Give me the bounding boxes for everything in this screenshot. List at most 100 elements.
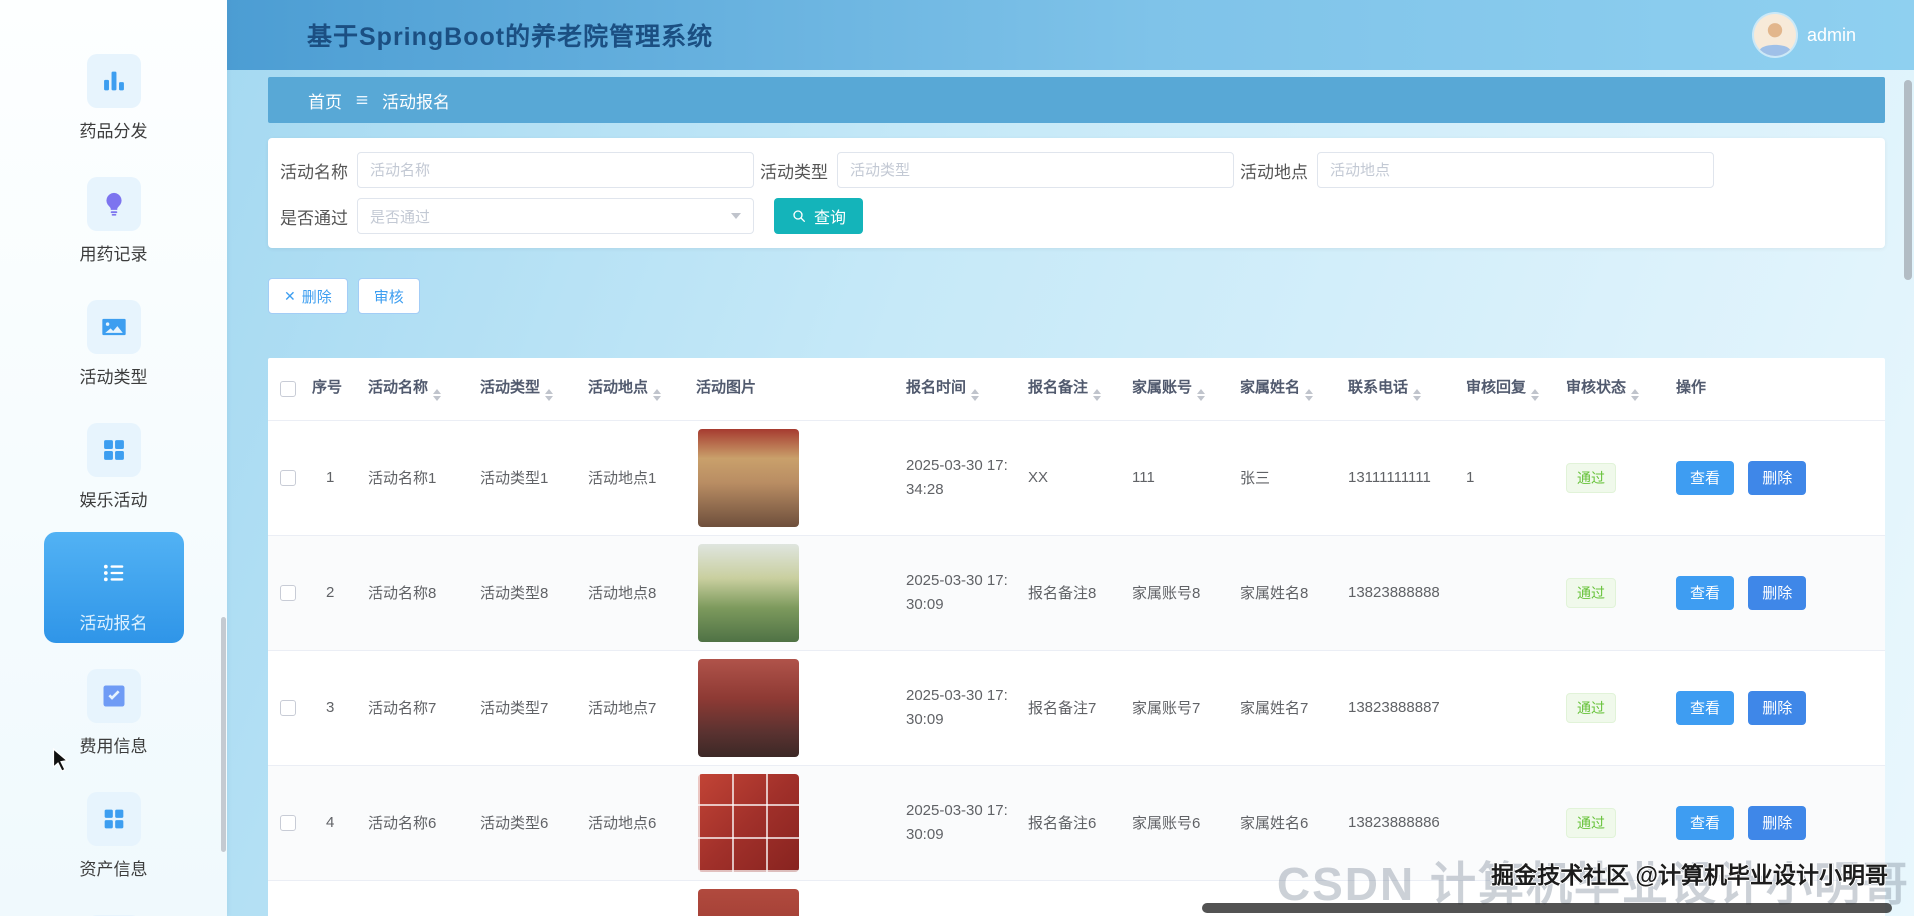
- filter-label: 是否通过: [280, 208, 348, 228]
- sidebar-item[interactable]: [44, 901, 184, 916]
- cell-review-status: 通过: [1566, 535, 1676, 651]
- pass-status-select[interactable]: 是否通过: [357, 198, 754, 234]
- delete-button[interactable]: ✕ 删除: [268, 278, 348, 314]
- sort-carets-icon[interactable]: [1197, 389, 1206, 402]
- cell-serial: [312, 880, 368, 916]
- row-select-cell: [268, 535, 312, 651]
- chevron-down-icon: [731, 213, 741, 219]
- row-delete-button[interactable]: 删除: [1748, 575, 1807, 610]
- row-delete-button[interactable]: 删除: [1748, 460, 1807, 495]
- username: admin: [1806, 24, 1856, 45]
- sort-carets-icon[interactable]: [1093, 389, 1102, 402]
- review-button[interactable]: 审核: [357, 278, 420, 314]
- table-row: 2 活动名称8 活动类型8 活动地点8 2025-03-30 17:30:09 …: [268, 535, 1885, 651]
- cell-signup-note: 报名备注8: [1028, 535, 1132, 651]
- row-checkbox[interactable]: [280, 815, 296, 832]
- column-header[interactable]: 报名备注: [1028, 358, 1132, 421]
- cell-activity-place: 活动地点8: [588, 535, 696, 651]
- sort-carets-icon[interactable]: [1413, 389, 1422, 402]
- column-header[interactable]: 活动名称: [368, 358, 480, 421]
- cell-family-name: 张三: [1240, 420, 1348, 536]
- view-button[interactable]: 查看: [1676, 690, 1735, 725]
- filter-field: 是否通过 是否通过: [280, 198, 754, 234]
- column-header[interactable]: 报名时间: [906, 358, 1028, 421]
- column-header[interactable]: 活动类型: [480, 358, 588, 421]
- status-badge: 通过: [1566, 692, 1616, 723]
- filter-field: 活动名称: [280, 152, 754, 188]
- cell-signup-note: XX: [1028, 420, 1132, 536]
- sort-carets-icon[interactable]: [1531, 389, 1540, 402]
- column-header[interactable]: 活动图片: [696, 358, 906, 421]
- sidebar-scrollbar-thumb[interactable]: [221, 617, 226, 852]
- filter-input[interactable]: [357, 152, 754, 188]
- column-header[interactable]: 审核状态: [1566, 358, 1676, 421]
- table-header-row: 序号 活动名称 活动类型 活动地点 活动图片 报名时间 报名备注 家属账号 家属…: [268, 358, 1885, 421]
- cell-serial: 1: [312, 420, 368, 536]
- view-button[interactable]: 查看: [1676, 575, 1735, 610]
- main-area: 基于SpringBoot的养老院管理系统 admin 首页 活动报名 活动名称 …: [227, 0, 1914, 916]
- cell-signup-time: [906, 880, 1028, 916]
- sort-carets-icon[interactable]: [653, 389, 662, 402]
- breadcrumb-home[interactable]: 首页: [308, 88, 342, 113]
- sort-carets-icon[interactable]: [1631, 389, 1640, 402]
- vertical-scrollbar-thumb[interactable]: [1904, 80, 1912, 280]
- sidebar-item[interactable]: 用药记录: [44, 163, 184, 274]
- row-checkbox[interactable]: [280, 470, 296, 487]
- cell-signup-time: 2025-03-30 17:30:09: [906, 535, 1028, 651]
- cell-signup-note: 报名备注7: [1028, 650, 1132, 766]
- search-filter-card: 活动名称 活动类型 活动地点: [268, 138, 1885, 248]
- picture-icon: [86, 300, 141, 354]
- breadcrumb-separator-icon: [354, 92, 370, 108]
- cell-review-reply: [1466, 650, 1566, 766]
- select-placeholder: 是否通过: [370, 208, 431, 226]
- row-checkbox[interactable]: [280, 700, 296, 717]
- column-header[interactable]: 序号: [312, 358, 368, 421]
- column-header[interactable]: 家属姓名: [1240, 358, 1348, 421]
- sort-carets-icon[interactable]: [545, 389, 554, 402]
- grid-icon: [86, 423, 141, 477]
- cell-phone: 13111111111: [1348, 420, 1466, 536]
- cell-signup-note: [1028, 880, 1132, 916]
- cell-operations: 查看 删除: [1676, 650, 1885, 766]
- sidebar-item-label: 活动类型: [79, 368, 148, 387]
- cell-signup-note: 报名备注6: [1028, 765, 1132, 881]
- sidebar-item[interactable]: 资产信息: [44, 778, 184, 889]
- column-header[interactable]: 联系电话: [1348, 358, 1466, 421]
- sort-carets-icon[interactable]: [971, 389, 980, 402]
- user-avatar-icon: [1753, 14, 1796, 56]
- horizontal-scrollbar-thumb[interactable]: [1202, 903, 1892, 913]
- filter-input[interactable]: [1317, 152, 1714, 188]
- column-header[interactable]: 活动地点: [588, 358, 696, 421]
- cell-activity-type: 活动类型7: [480, 650, 588, 766]
- cell-activity-name: 活动名称8: [368, 535, 480, 651]
- sidebar-item[interactable]: 活动类型: [44, 286, 184, 397]
- cell-activity-type: [480, 880, 588, 916]
- cell-operations: 查看 删除: [1676, 765, 1885, 881]
- content-area: 活动名称 活动类型 活动地点: [227, 123, 1914, 916]
- view-button[interactable]: 查看: [1676, 805, 1735, 840]
- row-delete-button[interactable]: 删除: [1748, 805, 1807, 840]
- filter-input[interactable]: [837, 152, 1234, 188]
- column-header[interactable]: 家属账号: [1132, 358, 1240, 421]
- filter-field: 活动类型: [760, 152, 1234, 188]
- column-header[interactable]: 操作: [1676, 358, 1885, 421]
- activity-photo: [698, 773, 799, 872]
- row-delete-button[interactable]: 删除: [1748, 690, 1807, 725]
- cell-family-name: 家属姓名8: [1240, 535, 1348, 651]
- sort-carets-icon[interactable]: [433, 389, 442, 402]
- search-button[interactable]: 查询: [774, 198, 864, 234]
- sidebar-item[interactable]: 活动报名: [43, 532, 184, 643]
- column-header[interactable]: 审核回复: [1466, 358, 1566, 421]
- data-table-card: 序号 活动名称 活动类型 活动地点 活动图片 报名时间 报名备注 家属账号 家属…: [268, 358, 1885, 916]
- row-select-cell: [268, 650, 312, 766]
- sidebar-item[interactable]: 药品分发: [44, 40, 184, 151]
- view-button[interactable]: 查看: [1676, 460, 1735, 495]
- cell-family-name: 家属姓名7: [1240, 650, 1348, 766]
- user-menu[interactable]: admin: [1753, 14, 1856, 56]
- cell-review-status: 通过: [1566, 420, 1676, 536]
- sort-carets-icon[interactable]: [1305, 389, 1314, 402]
- select-all-checkbox[interactable]: [280, 381, 296, 398]
- row-checkbox[interactable]: [280, 585, 296, 602]
- sidebar-item[interactable]: 娱乐活动: [44, 409, 184, 520]
- activity-photo: [698, 428, 799, 527]
